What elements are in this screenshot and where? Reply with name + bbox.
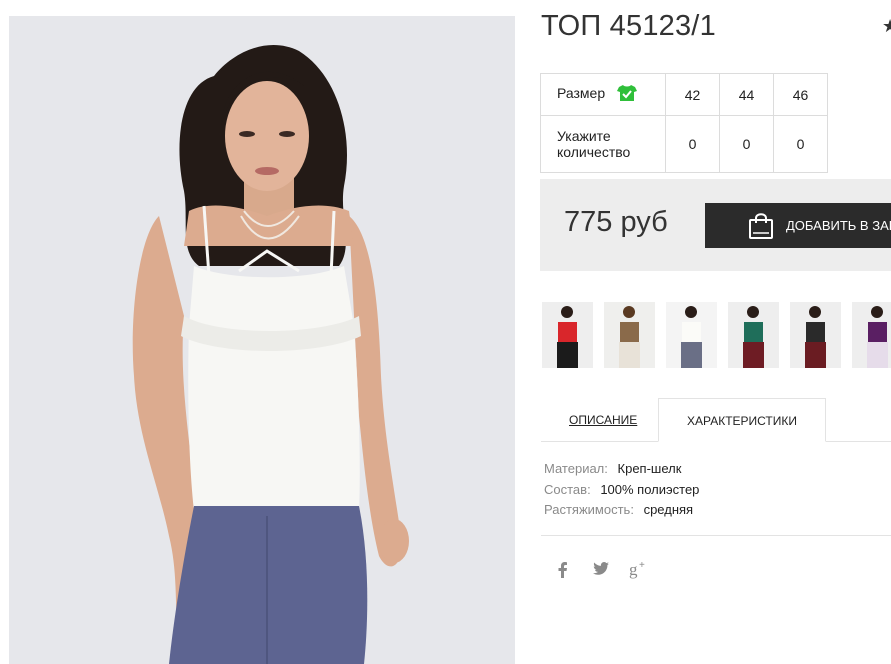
size-label-cell: Размер bbox=[540, 73, 666, 116]
size-44: 44 bbox=[719, 73, 774, 116]
product-title: ТОП 45123/1 bbox=[541, 10, 716, 42]
quantity-label-line1: Укажите bbox=[557, 128, 611, 144]
twitter-icon[interactable] bbox=[593, 562, 609, 581]
main-product-image[interactable] bbox=[9, 16, 515, 664]
leopard-top-thumbnail[interactable] bbox=[604, 302, 655, 368]
add-to-cart-label: ДОБАВИТЬ В ЗАКАЗ bbox=[786, 218, 891, 233]
size-quantity-table: Размер 42 44 46 Укажите количество 0 0 0 bbox=[540, 73, 828, 173]
svg-text:+: + bbox=[639, 560, 645, 571]
spec-value: Креп-шелк bbox=[617, 461, 682, 476]
model-wearing-white-top-illustration bbox=[9, 16, 515, 664]
size-row: Размер 42 44 46 bbox=[540, 73, 828, 116]
size-42: 42 bbox=[665, 73, 720, 116]
spec-key: Растяжимость: bbox=[544, 502, 634, 517]
black-top-thumbnail[interactable] bbox=[790, 302, 841, 368]
quantity-label-line2: количество bbox=[557, 144, 631, 160]
shopping-bag-icon bbox=[748, 212, 774, 243]
green-top-thumbnail[interactable] bbox=[728, 302, 779, 368]
red-top-thumbnail[interactable] bbox=[542, 302, 593, 368]
product-price: 775 руб bbox=[564, 206, 668, 238]
svg-text:g: g bbox=[629, 560, 638, 579]
spec-material: Материал: Креп-шелк bbox=[544, 459, 699, 480]
tab-description[interactable]: ОПИСАНИЕ bbox=[569, 413, 637, 427]
spec-key: Материал: bbox=[544, 461, 608, 476]
price-panel: 775 руб ДОБАВИТЬ В ЗАКАЗ bbox=[540, 179, 891, 271]
star-icon[interactable]: ★ bbox=[882, 16, 891, 37]
spec-value: 100% полиэстер bbox=[600, 481, 700, 497]
spec-composition: Состав: 100% полиэстер bbox=[544, 480, 699, 501]
spec-value: средняя bbox=[643, 502, 694, 517]
quantity-input-46[interactable]: 0 bbox=[773, 115, 828, 173]
white-top-thumbnail[interactable] bbox=[666, 302, 717, 368]
size-46: 46 bbox=[773, 73, 828, 116]
quantity-input-42[interactable]: 0 bbox=[665, 115, 720, 173]
quantity-input-44[interactable]: 0 bbox=[719, 115, 774, 173]
shirt-check-icon[interactable] bbox=[617, 84, 638, 105]
tab-characteristics[interactable]: ХАРАКТЕРИСТИКИ bbox=[658, 398, 826, 442]
quantity-row: Укажите количество 0 0 0 bbox=[540, 115, 828, 173]
google-plus-icon[interactable]: g + bbox=[629, 559, 649, 584]
size-label: Размер bbox=[557, 85, 606, 102]
quantity-label-cell: Укажите количество bbox=[540, 115, 666, 173]
facebook-icon[interactable] bbox=[557, 562, 569, 583]
add-to-cart-button[interactable]: ДОБАВИТЬ В ЗАКАЗ bbox=[705, 203, 891, 248]
spec-stretch: Растяжимость: средняя bbox=[544, 500, 699, 521]
spec-key: Состав: bbox=[544, 481, 591, 497]
social-divider bbox=[541, 535, 891, 536]
purple-top-thumbnail[interactable] bbox=[852, 302, 891, 368]
specs-list: Материал: Креп-шелк Состав: 100% полиэст… bbox=[544, 459, 699, 521]
